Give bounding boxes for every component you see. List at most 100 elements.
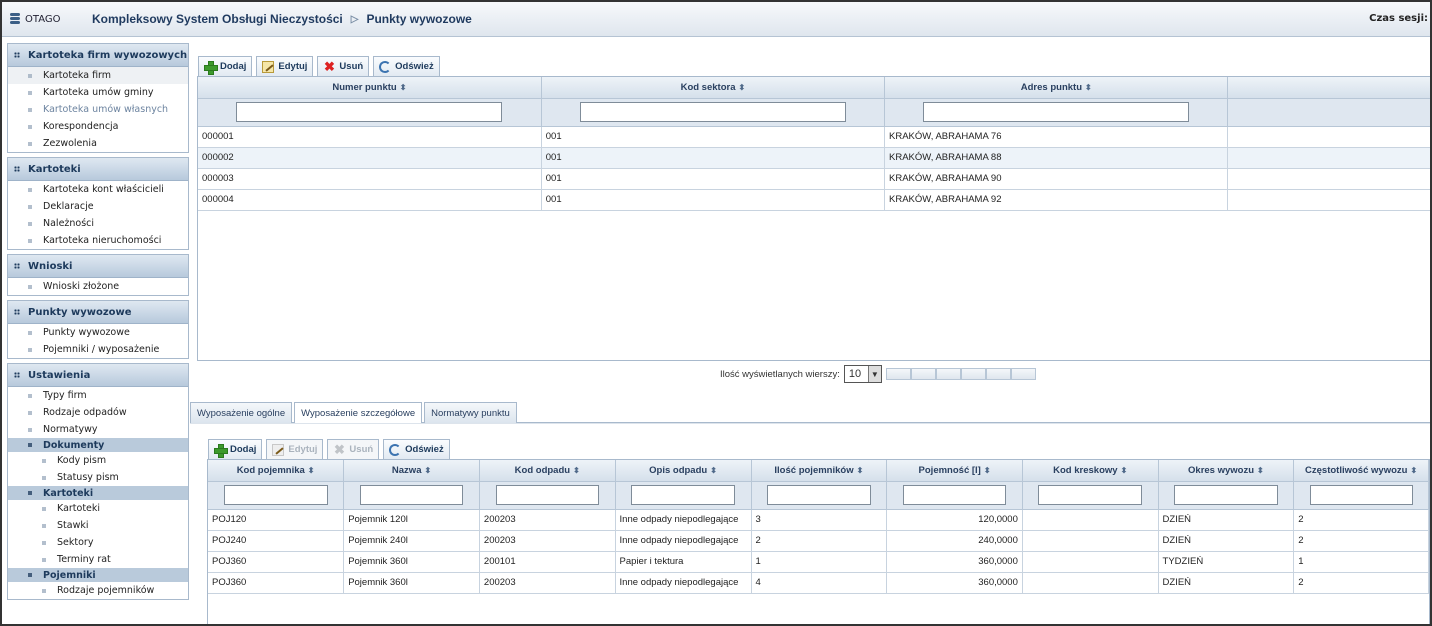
sort-icon: ⬍ [1257,465,1264,475]
delete-button[interactable]: ✖ Usuń [317,56,370,76]
sidebar-item-kody-pism[interactable]: Kody pism [8,452,188,469]
filter-adres-punktu-input[interactable] [923,102,1189,122]
column-header-kod-kreskowy[interactable]: Kod kreskowy ⬍ [1022,460,1159,482]
prev-page-button[interactable] [910,368,936,380]
sidebar-section-wnioski: Wnioski Wnioski złożone [7,254,189,296]
sidebar-item-sektory[interactable]: Sektory [8,534,188,551]
add-button[interactable]: Dodaj [208,439,263,459]
first-page-button[interactable] [885,368,911,380]
column-header-adres-punktu[interactable]: Adres punktu ⬍ [884,77,1229,99]
column-header-opis-odpadu[interactable]: Opis odpadu ⬍ [615,460,752,482]
filter-kod-pojemnika-input[interactable] [223,485,328,505]
sidebar-item-wnioski-zlozone[interactable]: Wnioski złożone [8,278,188,295]
filter-ilosc-pojemnikow-input[interactable] [767,485,871,505]
cell: Pojemnik 360l [343,551,480,573]
column-header-czestotliwosc-wywozu[interactable]: Częstotliwość wywozu ⬍ [1293,460,1429,482]
sidebar-item-rodzaje-odpadow[interactable]: Rodzaje odpadów [8,404,188,421]
sidebar-item-statusy-pism[interactable]: Statusy pism [8,469,188,486]
table-row[interactable]: 000003 001 KRAKÓW, ABRAHAMA 90 [198,168,1430,190]
cell: KRAKÓW, ABRAHAMA 88 [884,147,1229,169]
filter-czestotliwosc-input[interactable] [1309,485,1413,505]
table-row[interactable]: POJ360 Pojemnik 360l 200101 Papier i tek… [208,551,1429,573]
cell: 000002 [198,147,542,169]
cell: Inne odpady niepodlegające [615,572,752,594]
filter-cell [615,481,752,510]
column-header-kod-pojemnika[interactable]: Kod pojemnika ⬍ [208,460,345,482]
sort-icon: ⬍ [738,82,746,92]
column-header-pojemnosc[interactable]: Pojemność [l] ⬍ [886,460,1023,482]
sidebar-item-pojemniki-wyposazenie[interactable]: Pojemniki / wyposażenie [8,341,188,358]
sidebar-item-kartoteki[interactable]: Kartoteki [8,500,188,517]
sidebar-item-konta-wlascicieli[interactable]: Kartoteka kont właścicieli [8,181,188,198]
filter-nazwa-input[interactable] [359,485,464,505]
sidebar-item-terminy-rat[interactable]: Terminy rat [8,551,188,568]
detail-tabs: Wyposażenie ogólne Wyposażenie szczegóło… [190,402,1430,424]
refresh-button[interactable]: Odśwież [373,56,440,76]
cell: 2 [1293,530,1429,552]
sidebar-item-korespondencja[interactable]: Korespondencja [8,118,188,135]
cell [1227,147,1430,169]
bullet-icon [28,204,32,209]
sidebar-section-header[interactable]: Kartoteka firm wywozowych [8,44,188,67]
sidebar-item-normatywy[interactable]: Normatywy [8,421,188,438]
sidebar-section-header[interactable]: Wnioski [8,255,188,278]
sidebar-section-punkty: Punkty wywozowe Punkty wywozowe Pojemnik… [7,300,189,359]
filter-kod-sektora-input[interactable] [580,102,846,122]
cell: 001 [541,189,886,211]
sidebar-item-deklaracje[interactable]: Deklaracje [8,198,188,215]
rows-per-page-select[interactable]: 10 ▼ [843,365,882,383]
sidebar-item-zezwolenia[interactable]: Zezwolenia [8,135,188,152]
sidebar-group-kartoteki[interactable]: Kartoteki [8,486,188,500]
column-header-numer-punktu[interactable]: Numer punktu ⬍ [198,77,542,99]
column-header-kod-sektora[interactable]: Kod sektora ⬍ [541,77,886,99]
cell: 2 [751,530,888,552]
next-page-button[interactable] [985,368,1011,380]
last-page-button[interactable] [1010,368,1036,380]
table-row[interactable]: 000004 001 KRAKÓW, ABRAHAMA 92 [198,189,1430,211]
sidebar-section-header[interactable]: Ustawienia [8,364,188,387]
add-button[interactable]: Dodaj [198,56,253,76]
edit-button[interactable]: Edytuj [256,56,314,76]
sidebar-item-nieruchomosci[interactable]: Kartoteka nieruchomości [8,232,188,249]
sidebar-item-umowy-gminy[interactable]: Kartoteka umów gminy [8,84,188,101]
sidebar-item-punkty-wywozowe[interactable]: Punkty wywozowe [8,324,188,341]
cell: Pojemnik 120l [343,509,480,531]
breadcrumb-separator-icon: ▷ [350,13,359,25]
sidebar-group-dokumenty[interactable]: Dokumenty [8,438,188,452]
delete-button[interactable]: ✖ Usuń [327,439,380,459]
column-header-kod-odpadu[interactable]: Kod odpadu ⬍ [479,460,616,482]
bullet-icon [28,221,32,226]
sidebar-group-pojemniki[interactable]: Pojemniki [8,568,188,582]
column-header-ilosc-pojemnikow[interactable]: Ilość pojemników ⬍ [751,460,888,482]
tab-normatywy-punktu[interactable]: Normatywy punktu [424,402,517,423]
sidebar-item-umowy-wlasne[interactable]: Kartoteka umów własnych [8,101,188,118]
edit-icon [272,443,285,456]
filter-cell [751,481,888,510]
filter-opis-odpadu-input[interactable] [631,485,735,505]
sidebar-item-typy-firm[interactable]: Typy firm [8,387,188,404]
refresh-icon [389,443,402,456]
table-row[interactable]: 000002 001 KRAKÓW, ABRAHAMA 88 [198,147,1430,169]
sidebar-section-header[interactable]: Punkty wywozowe [8,301,188,324]
table-row[interactable]: POJ120 Pojemnik 120l 200203 Inne odpady … [208,509,1429,531]
table-row[interactable]: 000001 001 KRAKÓW, ABRAHAMA 76 [198,126,1430,148]
filter-numer-punktu-input[interactable] [236,102,503,122]
column-header-okres-wywozu[interactable]: Okres wywozu ⬍ [1158,460,1295,482]
sidebar-section-header[interactable]: Kartoteki [8,158,188,181]
sidebar-item-kartoteka-firm[interactable]: Kartoteka firm [8,67,188,84]
column-header-nazwa[interactable]: Nazwa ⬍ [343,460,480,482]
tab-wyposazenie-ogolne[interactable]: Wyposażenie ogólne [190,402,293,423]
tab-wyposazenie-szczegolowe[interactable]: Wyposażenie szczegółowe [294,402,423,424]
sidebar-item-stawki[interactable]: Stawki [8,517,188,534]
refresh-button[interactable]: Odśwież [383,439,450,459]
sidebar-item-rodzaje-pojemnikow[interactable]: Rodzaje pojemników [8,582,188,599]
filter-pojemnosc-input[interactable] [902,485,1007,505]
table-row[interactable]: POJ240 Pojemnik 240l 200203 Inne odpady … [208,530,1429,552]
sidebar-item-naleznosci[interactable]: Należności [8,215,188,232]
filter-okres-wywozu-input[interactable] [1174,485,1278,505]
table-row[interactable]: POJ360 Pojemnik 360l 200203 Inne odpady … [208,572,1429,594]
edit-button[interactable]: Edytuj [266,439,324,459]
filter-cell [884,98,1229,127]
filter-kod-kreskowy-input[interactable] [1038,485,1142,505]
filter-kod-odpadu-input[interactable] [495,485,599,505]
